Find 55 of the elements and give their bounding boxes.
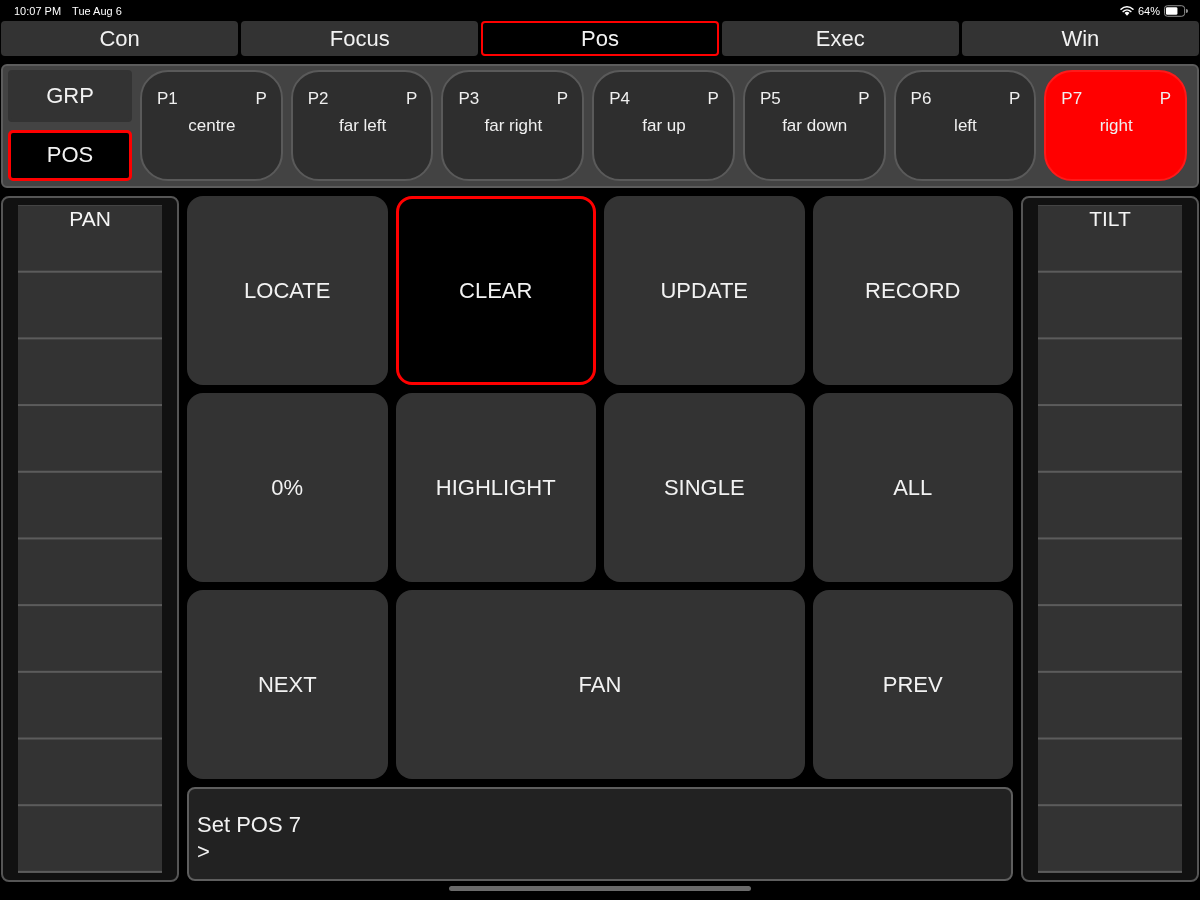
command-key[interactable]: HIGHLIGHT	[395, 393, 596, 582]
preset-number: P2	[307, 88, 329, 110]
command-key[interactable]: FAN	[395, 590, 805, 779]
preset-button[interactable]: P5 P far down	[742, 70, 886, 181]
command-key[interactable]: NEXT	[187, 590, 388, 779]
command-line-text: >	[197, 838, 210, 865]
command-key[interactable]: PREV	[812, 590, 1013, 779]
command-key[interactable]: ALL	[812, 393, 1013, 582]
preset-type: P	[255, 88, 267, 110]
preset-name: far right	[484, 115, 543, 137]
preset-name: centre	[188, 115, 236, 137]
preset-number: P5	[759, 88, 781, 110]
command-key[interactable]: 0%	[187, 393, 388, 582]
preset-number: P4	[609, 88, 630, 110]
command-key[interactable]: LOCATE	[187, 196, 388, 385]
preset-type: P	[858, 88, 870, 110]
preset-type: P	[1008, 88, 1021, 110]
preset-name: far left	[338, 115, 387, 137]
preset-type: P	[556, 88, 569, 110]
wifi-icon	[1119, 5, 1134, 16]
preset-type: P	[1159, 88, 1172, 110]
battery-percent: 64%	[1137, 4, 1160, 17]
preset-name: far up	[642, 115, 686, 137]
tilt-fader-strip[interactable]: TILT	[1038, 205, 1182, 873]
status-date: Tue Aug 6	[72, 4, 122, 17]
preset-button[interactable]: P1 P centre	[140, 70, 283, 181]
command-key[interactable]: RECORD	[812, 196, 1013, 385]
preset-number: P7	[1061, 88, 1083, 110]
preset-name: far down	[782, 115, 848, 137]
mode-button[interactable]: GRP	[8, 70, 132, 122]
preset-button[interactable]: P6 P left	[893, 70, 1037, 181]
tab[interactable]: Con	[1, 21, 239, 56]
battery-icon	[1164, 4, 1188, 17]
preset-number: P1	[157, 88, 178, 110]
preset-button[interactable]: P4 P far up	[592, 70, 735, 181]
tab[interactable]: Pos	[481, 21, 719, 56]
preset-button[interactable]: P2 P far left	[290, 70, 434, 181]
command-key[interactable]: UPDATE	[604, 196, 805, 385]
command-key[interactable]: CLEAR	[395, 196, 596, 385]
tab[interactable]: Focus	[241, 21, 479, 56]
preset-type: P	[707, 88, 719, 110]
command-key[interactable]: SINGLE	[604, 393, 805, 582]
command-line-text: Set POS 7	[197, 811, 301, 838]
mode-button[interactable]: POS	[8, 129, 132, 181]
preset-number: P3	[458, 88, 480, 110]
preset-button[interactable]: P7 P right	[1044, 70, 1188, 181]
preset-button[interactable]: P3 P far right	[441, 70, 585, 181]
preset-number: P6	[910, 88, 932, 110]
preset-name: left	[954, 115, 977, 137]
preset-type: P	[406, 88, 418, 110]
pan-fader-strip[interactable]: PAN	[18, 205, 162, 873]
status-time: 10:07 PM	[14, 4, 62, 17]
tab[interactable]: Win	[961, 21, 1199, 56]
tab[interactable]: Exec	[721, 21, 959, 56]
preset-name: right	[1099, 115, 1133, 137]
